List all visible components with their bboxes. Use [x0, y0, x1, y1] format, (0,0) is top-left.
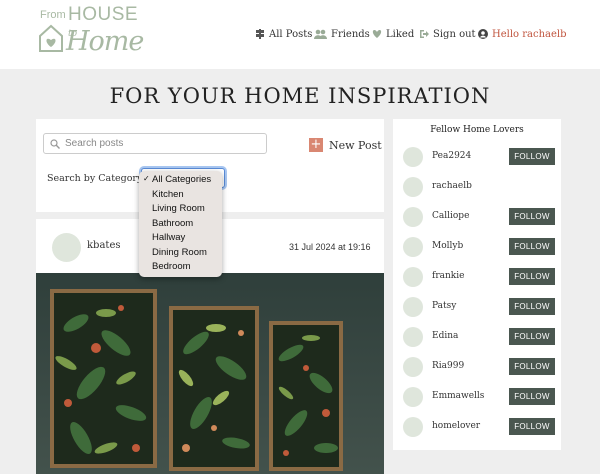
nav-all-posts[interactable]: All Posts [255, 27, 312, 41]
page-title: FOR YOUR HOME INSPIRATION [109, 84, 491, 108]
user-name[interactable]: Edina [432, 331, 458, 341]
user-name[interactable]: Mollyb [432, 241, 463, 251]
category-option[interactable]: Living Room [152, 203, 205, 214]
user-row: Ria999 FOLLOW [403, 357, 561, 377]
user-row: homelover FOLLOW [403, 417, 561, 437]
new-post-label: New Post [329, 138, 382, 152]
nav-profile[interactable]: Hello rachaelb [478, 27, 567, 41]
category-option[interactable]: ✓ All Categories [143, 174, 211, 185]
category-label: Search by Category: [47, 173, 146, 184]
nav-sign-out[interactable]: Sign out [419, 27, 476, 41]
post-date: 31 Jul 2024 at 19:16 [289, 242, 371, 252]
sign-out-icon [419, 29, 429, 39]
category-option[interactable]: Kitchen [152, 189, 184, 200]
user-row: Pea2924 FOLLOW [403, 147, 561, 167]
avatar[interactable] [403, 267, 423, 287]
user-row: Patsy FOLLOW [403, 297, 561, 317]
house-heart-icon [39, 24, 63, 52]
nav-liked-label: Liked [386, 28, 415, 40]
avatar[interactable] [403, 237, 423, 257]
user-row: Emmawells FOLLOW [403, 387, 561, 407]
user-row: Edina FOLLOW [403, 327, 561, 347]
follow-button[interactable]: FOLLOW [509, 358, 555, 375]
post-image[interactable] [36, 273, 384, 474]
follow-button[interactable]: FOLLOW [509, 418, 555, 435]
post-author[interactable]: kbates [87, 240, 121, 251]
post-author-avatar[interactable] [52, 233, 81, 262]
avatar[interactable] [403, 207, 423, 227]
nav-liked[interactable]: Liked [372, 27, 414, 41]
user-row: frankie FOLLOW [403, 267, 561, 287]
follow-button[interactable]: FOLLOW [509, 298, 555, 315]
category-option[interactable]: Hallway [152, 232, 185, 243]
heart-icon [372, 29, 382, 39]
user-row: Calliope FOLLOW [403, 207, 561, 227]
avatar[interactable] [403, 417, 423, 437]
follow-button[interactable]: FOLLOW [509, 238, 555, 255]
nav-sign-out-label: Sign out [433, 28, 476, 40]
nav-friends-label: Friends [331, 28, 370, 40]
user-name[interactable]: Ria999 [432, 361, 464, 371]
follow-button[interactable]: FOLLOW [509, 148, 555, 165]
new-post-button[interactable]: + New Post [309, 138, 382, 152]
user-row: rachaelb [403, 177, 561, 197]
follow-button[interactable]: FOLLOW [509, 328, 555, 345]
site-header: From HOUSE to Home All Posts Friends Lik… [0, 0, 600, 69]
nav-all-posts-label: All Posts [269, 28, 313, 40]
user-row: Mollyb FOLLOW [403, 237, 561, 257]
logo-house-text: HOUSE [68, 4, 139, 25]
avatar[interactable] [403, 357, 423, 377]
category-dropdown: ✓ All Categories Kitchen Living Room Bath… [139, 171, 222, 277]
follow-button[interactable]: FOLLOW [509, 388, 555, 405]
botanical-art-image [36, 273, 384, 474]
search-input[interactable]: Search posts [43, 133, 267, 154]
user-name[interactable]: frankie [432, 271, 464, 281]
signpost-icon [255, 29, 265, 39]
user-name[interactable]: rachaelb [432, 181, 472, 191]
user-name[interactable]: Patsy [432, 301, 456, 311]
search-placeholder: Search posts [65, 138, 124, 149]
follow-button[interactable]: FOLLOW [509, 268, 555, 285]
search-icon [50, 139, 60, 149]
avatar[interactable] [403, 387, 423, 407]
users-icon [314, 29, 327, 39]
category-option[interactable]: Dining Room [152, 247, 207, 258]
user-name[interactable]: Emmawells [432, 391, 484, 401]
user-name[interactable]: Pea2924 [432, 151, 471, 161]
avatar[interactable] [403, 147, 423, 167]
hello-user-label: Hello rachaelb [492, 28, 567, 40]
plus-icon: + [309, 137, 323, 152]
logo-from-text: From [40, 9, 66, 21]
checkmark-icon: ✓ [143, 174, 150, 183]
avatar[interactable] [403, 177, 423, 197]
nav-friends[interactable]: Friends [314, 27, 370, 41]
avatar[interactable] [403, 327, 423, 347]
sidebar-title: Fellow Home Lovers [430, 125, 524, 135]
follow-button[interactable]: FOLLOW [509, 208, 555, 225]
category-option[interactable]: Bathroom [152, 218, 193, 229]
logo-home-text: Home [66, 26, 144, 57]
user-name[interactable]: homelover [432, 421, 480, 431]
avatar[interactable] [403, 297, 423, 317]
user-name[interactable]: Calliope [432, 211, 469, 221]
user-circle-icon [478, 29, 488, 39]
category-option[interactable]: Bedroom [152, 261, 191, 272]
site-logo[interactable]: From HOUSE to Home [38, 4, 158, 62]
